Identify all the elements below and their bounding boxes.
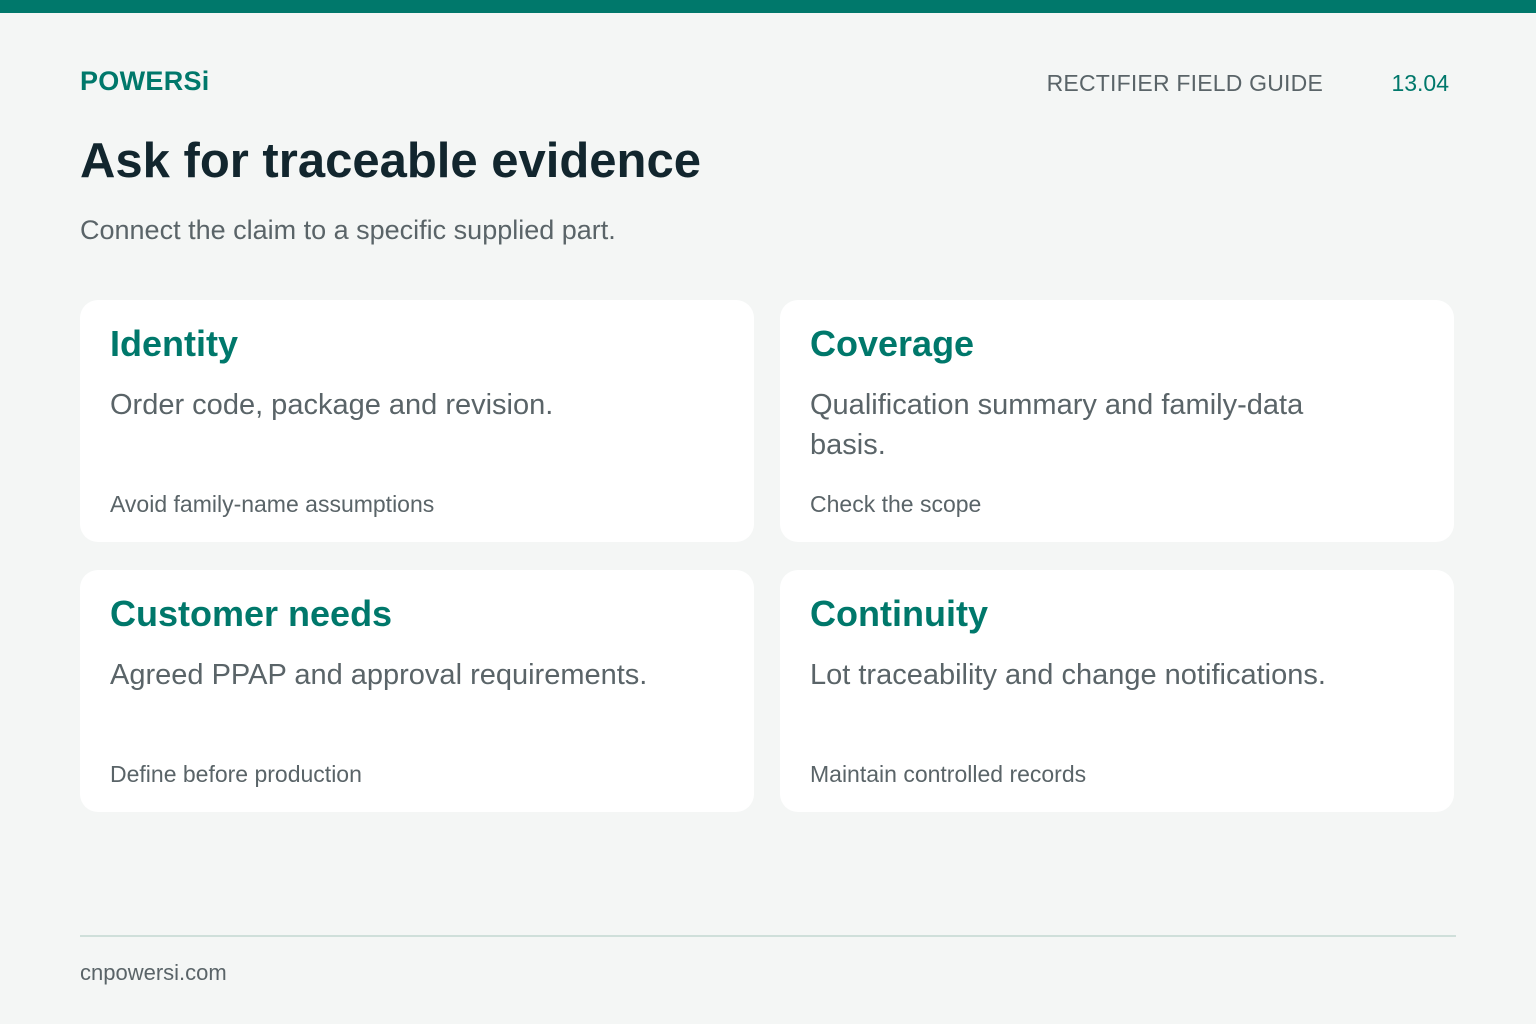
top-accent-bar (0, 0, 1536, 13)
footer-url: cnpowersi.com (80, 960, 227, 985)
card-note: Check the scope (810, 491, 982, 517)
footer-divider (80, 935, 1456, 937)
brand-logo: POWERSi (80, 66, 210, 96)
card-title: Continuity (810, 593, 988, 634)
page-title: Ask for traceable evidence (80, 134, 701, 188)
guide-label: RECTIFIER FIELD GUIDE (1046, 70, 1323, 96)
card-title: Customer needs (110, 593, 393, 634)
card-coverage: Coverage Qualification summary and famil… (780, 300, 1454, 542)
card-body: Agreed PPAP and approval requirements. (110, 659, 648, 691)
card-title: Coverage (810, 323, 975, 364)
card-title: Identity (110, 323, 239, 364)
card-continuity: Continuity Lot traceability and change n… (780, 570, 1454, 812)
card-customer-needs: Customer needs Agreed PPAP and approval … (80, 570, 754, 812)
card-body: Lot traceability and change notification… (810, 659, 1326, 691)
card-note: Define before production (110, 761, 362, 787)
card-body: Qualification summary and family-data ba… (810, 389, 1304, 461)
card-note: Maintain controlled records (810, 761, 1087, 787)
page-subtitle: Connect the claim to a specific supplied… (80, 215, 616, 245)
card-body: Order code, package and revision. (110, 389, 554, 421)
page-number: 13.04 (1391, 70, 1449, 96)
card-identity: Identity Order code, package and revisio… (80, 300, 754, 542)
card-note: Avoid family-name assumptions (110, 491, 435, 517)
